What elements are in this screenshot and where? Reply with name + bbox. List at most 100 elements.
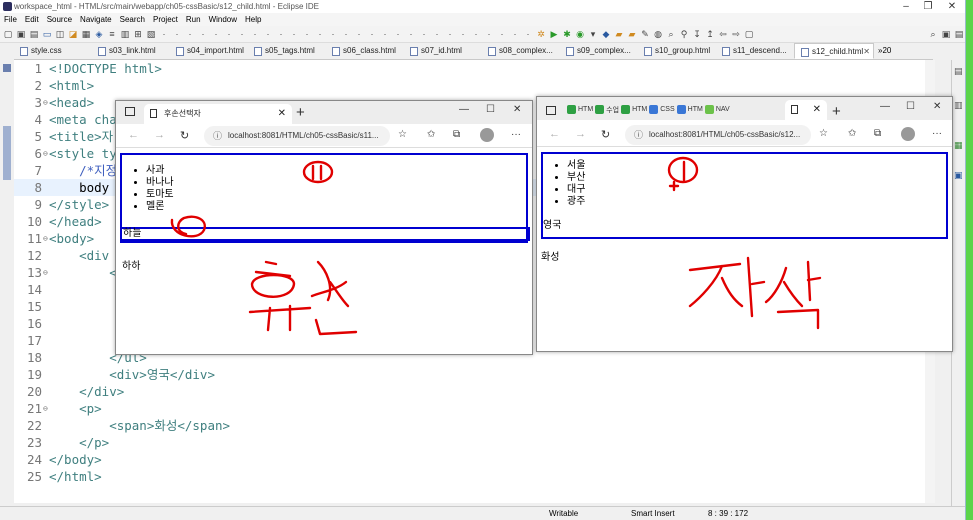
back-icon[interactable]: ← — [549, 128, 560, 140]
menu-run[interactable]: Run — [182, 13, 205, 26]
close-icon[interactable]: ✕ — [513, 103, 521, 117]
close-icon[interactable]: ✕ — [945, 0, 959, 13]
close-tab-icon[interactable]: ✕ — [863, 44, 870, 58]
globe-icon[interactable]: ◍ — [652, 28, 664, 40]
fold-icon[interactable]: ⊖ — [43, 145, 48, 162]
pinned-tab[interactable]: HTM — [621, 104, 647, 115]
more-icon[interactable]: ··· — [932, 128, 942, 139]
open-type-icon[interactable]: ◫ — [54, 28, 66, 40]
url-field[interactable]: ⓘ localhost:8081/HTML/ch05-cssBasic/s11.… — [204, 126, 390, 146]
dot-icon[interactable]: · — [392, 28, 404, 40]
fold-icon[interactable]: ⊖ — [43, 94, 48, 111]
save-icon[interactable]: ▣ — [15, 28, 27, 40]
menu-window[interactable]: Window — [205, 13, 241, 26]
console-icon[interactable]: ▦ — [954, 140, 963, 151]
favorite-icon[interactable]: ☆ — [398, 129, 407, 140]
close-tab-icon[interactable]: ✕ — [278, 104, 286, 124]
save-all-icon[interactable]: ▤ — [28, 28, 40, 40]
debug-icon[interactable]: ✱ — [561, 28, 573, 40]
tab-style-css[interactable]: style.css — [14, 43, 92, 59]
dot-icon[interactable]: · — [275, 28, 287, 40]
favorites-icon[interactable]: ✩ — [848, 128, 856, 139]
tab-s04-import[interactable]: s04_import.html — [170, 43, 248, 59]
site-info-icon[interactable]: ⓘ — [634, 125, 643, 145]
dot-icon[interactable]: · — [197, 28, 209, 40]
external-tools-icon[interactable]: ▾ — [587, 28, 599, 40]
minimize-icon[interactable]: — — [880, 100, 890, 114]
avatar[interactable] — [480, 128, 494, 142]
coverage-icon[interactable]: ◉ — [574, 28, 586, 40]
collections-icon[interactable]: ⧉ — [874, 128, 881, 139]
dot-icon[interactable]: · — [379, 28, 391, 40]
tab-s06-class[interactable]: s06_class.html — [326, 43, 404, 59]
print-icon[interactable]: ▭ — [41, 28, 53, 40]
select-icon[interactable]: ▧ — [145, 28, 157, 40]
dot-icon[interactable]: · — [158, 28, 170, 40]
package-explorer-icon[interactable] — [3, 64, 11, 72]
dot-icon[interactable]: · — [522, 28, 534, 40]
back-icon[interactable]: ⇦ — [717, 28, 729, 40]
more-icon[interactable]: ··· — [511, 129, 521, 140]
dot-icon[interactable]: · — [483, 28, 495, 40]
new-project-icon[interactable]: ◆ — [600, 28, 612, 40]
restore-icon[interactable]: ❐ — [921, 0, 935, 13]
refresh-icon[interactable]: ↻ — [601, 128, 610, 141]
menu-navigate[interactable]: Navigate — [76, 13, 116, 26]
tab-s09-complex[interactable]: s09_complex... — [560, 43, 638, 59]
pen-icon[interactable]: ✎ — [639, 28, 651, 40]
dot-icon[interactable]: · — [418, 28, 430, 40]
dot-icon[interactable]: · — [171, 28, 183, 40]
pin-icon[interactable]: ⚲ — [678, 28, 690, 40]
avatar[interactable] — [901, 127, 915, 141]
block-icon[interactable]: ⊞ — [132, 28, 144, 40]
dot-icon[interactable]: · — [288, 28, 300, 40]
dot-icon[interactable]: · — [405, 28, 417, 40]
dot-icon[interactable]: · — [509, 28, 521, 40]
format-icon[interactable]: ≡ — [106, 28, 118, 40]
maximize-icon[interactable]: ☐ — [906, 100, 915, 114]
dot-icon[interactable]: · — [249, 28, 261, 40]
new-tab-icon[interactable]: + — [832, 102, 841, 122]
perspective-icon[interactable]: ▤ — [953, 28, 965, 40]
url-field[interactable]: ⓘ localhost:8081/HTML/ch05-cssBasic/s12.… — [625, 125, 811, 145]
minimize-icon[interactable]: – — [899, 0, 913, 13]
dot-icon[interactable]: · — [327, 28, 339, 40]
annotation-next-icon[interactable]: ↧ — [691, 28, 703, 40]
forward-icon[interactable]: → — [575, 128, 586, 140]
fold-icon[interactable]: ⊖ — [43, 264, 48, 281]
open-file-icon[interactable]: ▰ — [626, 28, 638, 40]
menu-help[interactable]: Help — [241, 13, 265, 26]
dot-icon[interactable]: · — [223, 28, 235, 40]
tab-s10-group[interactable]: s10_group.html — [638, 43, 716, 59]
dot-icon[interactable]: · — [236, 28, 248, 40]
dot-icon[interactable]: · — [444, 28, 456, 40]
open-folder-icon[interactable]: ▰ — [613, 28, 625, 40]
dot-icon[interactable]: · — [431, 28, 443, 40]
tab-s11-descend[interactable]: s11_descend... — [716, 43, 794, 59]
tab-overflow[interactable]: »20 — [874, 43, 891, 59]
tab-s08-complex[interactable]: s08_complex... — [482, 43, 560, 59]
forward-icon[interactable]: → — [154, 129, 165, 141]
toggle-icon[interactable]: ▦ — [80, 28, 92, 40]
tab-s05-tags[interactable]: s05_tags.html — [248, 43, 326, 59]
menu-edit[interactable]: Edit — [21, 13, 43, 26]
pinned-tab[interactable]: 수업 — [595, 104, 619, 115]
pinned-tab[interactable]: NAV — [704, 104, 730, 115]
browser-tab[interactable]: 후손선택자 ✕ — [144, 104, 292, 124]
dot-icon[interactable]: · — [457, 28, 469, 40]
mark-icon[interactable]: ◈ — [93, 28, 105, 40]
search-icon[interactable]: ⌕ — [927, 28, 939, 40]
favorites-icon[interactable]: ✩ — [427, 129, 435, 140]
search-icon[interactable]: ⌕ — [665, 28, 677, 40]
pin-editor-icon[interactable]: ▢ — [743, 28, 755, 40]
fold-icon[interactable]: ⊖ — [43, 230, 48, 247]
dot-icon[interactable]: · — [184, 28, 196, 40]
outline-icon[interactable]: ▤ — [954, 66, 963, 77]
menu-search[interactable]: Search — [116, 13, 149, 26]
pinned-tab[interactable]: HTM — [567, 104, 593, 115]
dot-icon[interactable]: · — [366, 28, 378, 40]
dot-icon[interactable]: · — [470, 28, 482, 40]
favorite-icon[interactable]: ☆ — [819, 128, 828, 139]
new-tab-icon[interactable]: + — [296, 103, 305, 123]
task-icon[interactable]: ◪ — [67, 28, 79, 40]
